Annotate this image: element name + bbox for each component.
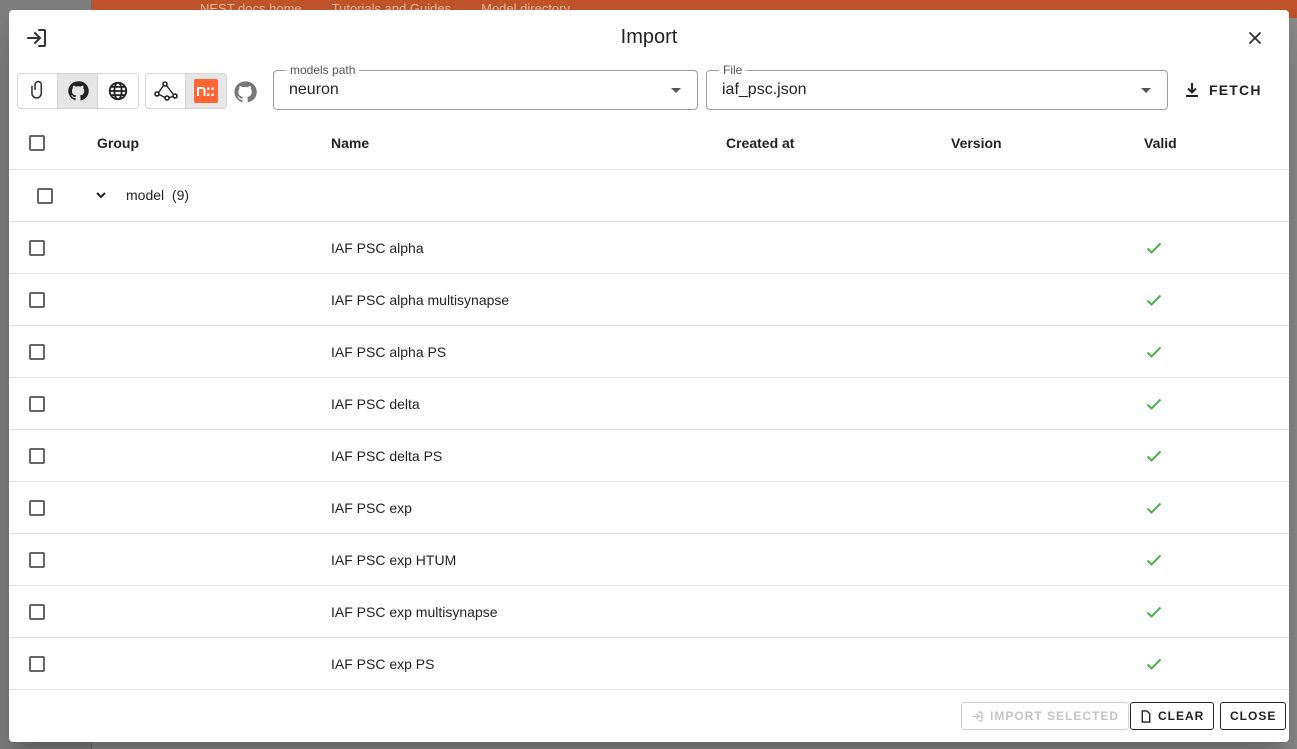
group-checkbox[interactable] — [37, 188, 53, 204]
row-checkbox[interactable] — [29, 604, 45, 620]
valid-check-icon — [1146, 450, 1162, 462]
fetch-label: FETCH — [1209, 82, 1262, 98]
valid-check-icon — [1146, 606, 1162, 618]
dropdown-arrow-icon — [1141, 88, 1151, 93]
header-version[interactable]: Version — [951, 135, 1002, 151]
header-valid[interactable]: Valid — [1144, 135, 1177, 151]
valid-check-icon — [1146, 242, 1162, 254]
file-select[interactable]: File iaf_psc.json — [706, 63, 1168, 110]
valid-check-icon — [1146, 398, 1162, 410]
header-created-at[interactable]: Created at — [726, 135, 794, 151]
row-checkbox[interactable] — [29, 500, 45, 516]
file-icon — [1141, 709, 1151, 723]
table-row[interactable]: IAF PSC delta — [9, 378, 1289, 430]
import-dialog: Import models path neuron File iaf_psc.j… — [9, 10, 1289, 742]
models-path-value: neuron — [289, 81, 339, 98]
chevron-down-icon[interactable] — [94, 188, 108, 202]
github-icon[interactable] — [233, 80, 257, 104]
table-row[interactable]: IAF PSC alpha PS — [9, 326, 1289, 378]
select-all-checkbox[interactable] — [29, 135, 45, 151]
table-row[interactable]: IAF PSC delta PS — [9, 430, 1289, 482]
network-graph-button[interactable] — [146, 74, 186, 108]
row-checkbox[interactable] — [29, 656, 45, 672]
header-name[interactable]: Name — [331, 135, 369, 151]
row-checkbox[interactable] — [29, 448, 45, 464]
nest-logo-icon — [194, 79, 218, 103]
valid-check-icon — [1146, 346, 1162, 358]
attach-file-button[interactable] — [18, 74, 58, 108]
model-name: IAF PSC exp — [331, 500, 412, 516]
web-source-button[interactable] — [98, 74, 138, 108]
model-name: IAF PSC exp HTUM — [331, 552, 457, 568]
table-row[interactable]: IAF PSC alpha — [9, 222, 1289, 274]
models-path-select[interactable]: models path neuron — [273, 63, 698, 110]
row-checkbox[interactable] — [29, 552, 45, 568]
source-button-group — [17, 73, 139, 109]
paperclip-icon — [30, 80, 42, 99]
import-icon — [972, 711, 983, 721]
import-toolbar: models path neuron File iaf_psc.json FET… — [9, 63, 1289, 118]
valid-check-icon — [1146, 294, 1162, 306]
row-checkbox[interactable] — [29, 344, 45, 360]
download-icon — [1186, 83, 1198, 97]
row-checkbox[interactable] — [29, 240, 45, 256]
import-selected-button[interactable]: IMPORT SELECTED — [961, 702, 1130, 730]
table-row[interactable]: IAF PSC exp multisynapse — [9, 586, 1289, 638]
dialog-footer: IMPORT SELECTED CLEAR CLOSE — [9, 690, 1289, 742]
table-header: Group Name Created at Version Valid — [9, 118, 1289, 170]
model-name: IAF PSC alpha PS — [331, 344, 447, 360]
fetch-button[interactable]: FETCH — [1185, 78, 1262, 102]
clear-label: CLEAR — [1158, 709, 1205, 723]
row-checkbox[interactable] — [29, 292, 45, 308]
github-icon — [67, 81, 89, 101]
globe-icon — [108, 81, 128, 101]
file-value: iaf_psc.json — [722, 81, 807, 98]
model-name: IAF PSC delta PS — [331, 448, 443, 464]
close-icon[interactable] — [1245, 28, 1265, 48]
models-path-label: models path — [286, 63, 360, 77]
github-source-button[interactable] — [58, 74, 98, 108]
row-checkbox[interactable] — [29, 396, 45, 412]
close-button[interactable]: CLOSE — [1220, 702, 1287, 730]
header-group[interactable]: Group — [97, 135, 139, 151]
valid-check-icon — [1146, 658, 1162, 670]
dialog-title: Import — [620, 26, 678, 48]
group-row[interactable]: model (9) — [9, 170, 1289, 222]
format-button-group — [145, 73, 227, 109]
model-name: IAF PSC alpha — [331, 240, 424, 256]
model-name: IAF PSC exp PS — [331, 656, 435, 672]
valid-check-icon — [1146, 502, 1162, 514]
clear-button[interactable]: CLEAR — [1130, 702, 1215, 730]
dropdown-arrow-icon — [671, 88, 681, 93]
import-selected-label: IMPORT SELECTED — [990, 709, 1120, 723]
table-row[interactable]: IAF PSC exp HTUM — [9, 534, 1289, 586]
table-row[interactable]: IAF PSC exp PS — [9, 638, 1289, 690]
file-label: File — [719, 63, 747, 77]
model-name: IAF PSC delta — [331, 396, 420, 412]
model-name: IAF PSC alpha multisynapse — [331, 292, 510, 308]
nest-format-button[interactable] — [186, 74, 226, 108]
dialog-header: Import — [9, 10, 1289, 66]
models-table: Group Name Created at Version Valid mode… — [9, 118, 1289, 690]
table-row[interactable]: IAF PSC exp — [9, 482, 1289, 534]
table-row[interactable]: IAF PSC alpha multisynapse — [9, 274, 1289, 326]
valid-check-icon — [1146, 554, 1162, 566]
model-name: IAF PSC exp multisynapse — [331, 604, 498, 620]
graph-icon — [153, 81, 178, 101]
close-label: CLOSE — [1230, 709, 1277, 723]
group-label: model (9) — [126, 187, 190, 203]
